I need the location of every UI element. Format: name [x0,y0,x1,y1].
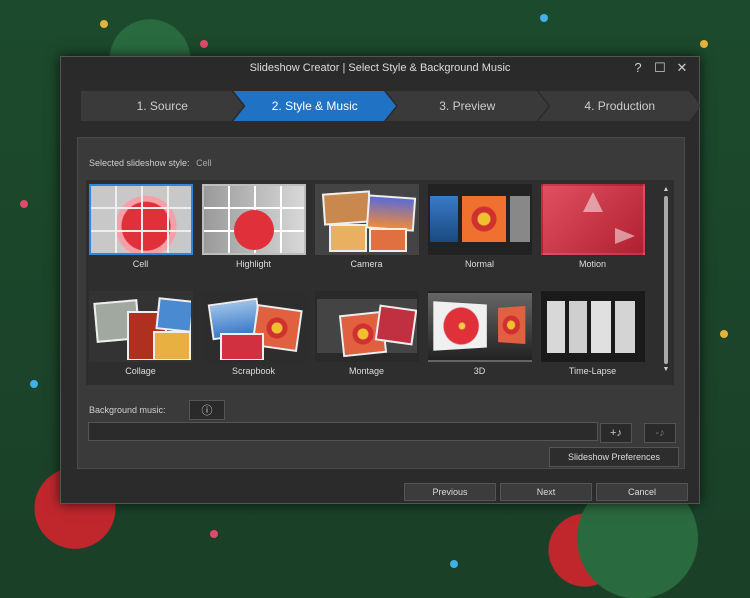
title-bar: Slideshow Creator | Select Style & Backg… [61,57,699,79]
slideshow-preferences-button[interactable]: Slideshow Preferences [549,447,679,467]
scroll-thumb[interactable] [664,196,668,364]
help-icon[interactable]: ? [631,60,645,76]
decor-light [450,560,458,568]
decor-light [30,380,38,388]
step-preview[interactable]: 3. Preview [386,91,549,121]
style-thumbnail [428,290,532,362]
selected-style-label: Selected slideshow style: Cell [89,158,212,168]
style-time-lapse[interactable]: Time-Lapse [541,290,645,390]
step-source[interactable]: 1. Source [81,91,244,121]
add-music-button[interactable]: +♪ [600,423,632,443]
style-label: Normal [464,259,494,269]
style-thumbnail [541,184,645,255]
decor-light [720,330,728,338]
style-thumbnail [428,184,532,255]
style-label: 3D [473,365,486,376]
decor-light [20,200,28,208]
style-label: Cell [132,259,149,269]
cancel-button[interactable]: Cancel [596,483,688,501]
style-label: Collage [125,365,156,376]
decor-light [540,14,548,22]
style-thumbnail [315,290,419,362]
window-title: Slideshow Creator | Select Style & Backg… [249,62,511,74]
slideshow-creator-window: Slideshow Creator | Select Style & Backg… [60,56,700,504]
gallery-scrollbar[interactable]: ▲ ▼ [662,186,670,382]
info-button[interactable]: ⓘ [189,400,225,420]
decor-light [210,530,218,538]
style-camera[interactable]: Camera [315,184,419,283]
style-thumbnail [89,290,193,362]
scroll-up-icon[interactable]: ▲ [662,186,670,194]
style-thumbnail [202,290,306,362]
decor-light [200,40,208,48]
remove-music-button[interactable]: -♪ [644,423,676,443]
wizard-steps: 1. Source 2. Style & Music 3. Preview 4.… [81,91,691,121]
background-music-field[interactable] [88,422,598,441]
style-3d[interactable]: 3D [428,290,532,390]
next-button[interactable]: Next [500,483,592,501]
selected-style-caption: Selected slideshow style: [89,158,190,168]
style-label: Scrapbook [231,365,276,376]
selected-style-value: Cell [196,158,212,168]
style-gallery: Cell Highlight Camera Normal Motion Coll… [86,180,674,385]
style-scrapbook[interactable]: Scrapbook [202,290,306,390]
style-label: Time-Lapse [568,365,617,376]
style-cell[interactable]: Cell [89,184,193,283]
maximize-icon[interactable]: ☐ [653,60,667,76]
style-label: Montage [348,365,385,376]
step-production[interactable]: 4. Production [539,91,702,121]
style-collage[interactable]: Collage [89,290,193,390]
style-highlight[interactable]: Highlight [202,184,306,283]
window-controls: ? ☐ ✕ [631,60,689,76]
style-thumbnail [541,290,645,362]
style-label: Highlight [235,259,272,269]
close-icon[interactable]: ✕ [675,60,689,76]
style-montage[interactable]: Montage [315,290,419,390]
style-normal[interactable]: Normal [428,184,532,283]
previous-button[interactable]: Previous [404,483,496,501]
remove-music-icon: -♪ [655,427,665,439]
info-icon: ⓘ [201,405,213,417]
background-music-label: Background music: [89,405,166,415]
scroll-down-icon[interactable]: ▼ [662,366,670,374]
style-thumbnail [89,184,193,255]
style-music-panel: Selected slideshow style: Cell Cell High… [77,137,685,469]
style-thumbnail [315,184,419,255]
decor-light [700,40,708,48]
style-motion[interactable]: Motion [541,184,645,283]
step-style-music[interactable]: 2. Style & Music [234,91,397,121]
style-label: Motion [578,259,606,269]
style-label: Camera [350,259,383,269]
style-thumbnail [202,184,306,255]
add-music-icon: +♪ [610,427,622,439]
decor-light [100,20,108,28]
